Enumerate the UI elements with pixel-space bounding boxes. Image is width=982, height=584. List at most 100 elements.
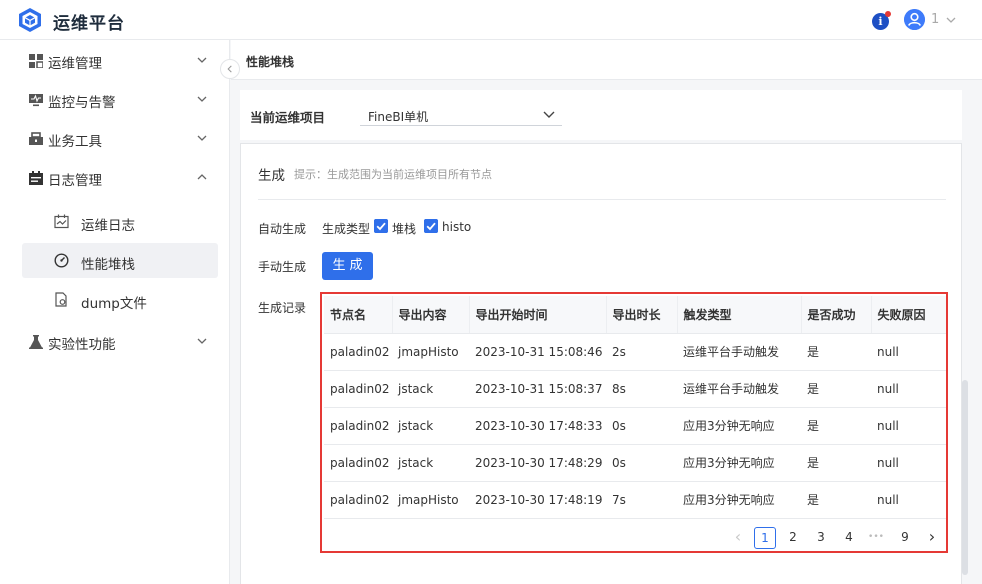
- column-header[interactable]: 导出开始时间: [469, 296, 607, 334]
- checkbox-histo[interactable]: [424, 219, 438, 233]
- chevron-down-icon[interactable]: [944, 13, 958, 27]
- sidebar-item-label: 实验性功能: [48, 337, 116, 353]
- page-title: 性能堆栈: [246, 55, 295, 69]
- divider: [258, 199, 946, 200]
- table-cell: null: [871, 333, 946, 371]
- column-header[interactable]: 导出内容: [392, 296, 470, 334]
- table-cell: 2023-10-31 15:08:37: [469, 370, 606, 408]
- chevron-up-icon: [197, 174, 207, 180]
- checkbox-stack[interactable]: [374, 219, 388, 233]
- tools-icon: [29, 132, 43, 145]
- auto-generate-label: 自动生成: [258, 222, 307, 236]
- table-cell: paladin02: [324, 370, 392, 408]
- notification-dot: [885, 11, 891, 17]
- log-calendar-icon: [54, 214, 69, 229]
- table-row[interactable]: paladin02 jstack 2023-10-30 17:48:33 0s …: [324, 407, 946, 445]
- table-cell: paladin02: [324, 444, 392, 482]
- sidebar-item-label: 监控与告警: [48, 95, 116, 111]
- table-cell: jstack: [392, 370, 469, 408]
- chevron-down-icon: [197, 338, 207, 344]
- sidebar-item-label: 运维管理: [48, 56, 102, 72]
- project-label: 当前运维项目: [250, 110, 326, 125]
- table-cell: 运维平台手动触发: [677, 333, 801, 371]
- column-header[interactable]: 失败原因: [871, 296, 946, 334]
- pagination-page-last[interactable]: 9: [894, 527, 916, 549]
- monitor-icon: [29, 94, 43, 107]
- pagination-page-2[interactable]: 2: [782, 527, 804, 549]
- table-cell: 是: [801, 370, 871, 408]
- chevron-down-icon: [197, 57, 207, 63]
- pagination-page-4[interactable]: 4: [838, 527, 860, 549]
- table-cell: jmapHisto: [392, 481, 469, 519]
- table-cell: 是: [801, 481, 871, 519]
- generate-hint: 提示：生成范围为当前运维项目所有节点: [294, 168, 492, 181]
- table-cell: 8s: [606, 370, 677, 408]
- table-row[interactable]: paladin02 jstack 2023-10-30 17:48:29 0s …: [324, 444, 946, 482]
- checkbox-histo-label: histo: [442, 220, 472, 234]
- manual-generate-label: 手动生成: [258, 260, 307, 274]
- sidebar-collapse-button[interactable]: [220, 59, 240, 79]
- gauge-icon: [54, 253, 69, 268]
- sidebar: 运维管理 监控与告警 业务工具 日志管理 运维日志 性能堆栈 dump文件 实验…: [0, 40, 230, 584]
- sidebar-sub-item-perf-stack[interactable]: 性能堆栈: [22, 243, 218, 278]
- table-cell: paladin02: [324, 333, 392, 371]
- column-header[interactable]: 触发类型: [677, 296, 802, 334]
- table-cell: jmapHisto: [392, 333, 469, 371]
- table-header-row: 节点名 导出内容 导出开始时间 导出时长 触发类型 是否成功 失败原因: [324, 296, 946, 334]
- table-cell: 7s: [606, 481, 677, 519]
- table-cell: 是: [801, 407, 871, 445]
- pagination-page-3[interactable]: 3: [810, 527, 832, 549]
- checkbox-stack-label: 堆栈: [392, 222, 417, 236]
- table-cell: 2s: [606, 333, 677, 371]
- sidebar-sub-item-dump-file[interactable]: dump文件: [22, 282, 218, 317]
- table-cell: 应用3分钟无响应: [677, 407, 801, 445]
- pagination-page-1[interactable]: 1: [754, 527, 776, 549]
- table-row[interactable]: paladin02 jmapHisto 2023-10-30 17:48:19 …: [324, 481, 946, 519]
- table-cell: jstack: [392, 444, 469, 482]
- sidebar-sub-item-ops-log[interactable]: 运维日志: [22, 204, 218, 239]
- table-cell: 2023-10-31 15:08:46: [469, 333, 606, 371]
- project-select[interactable]: FineBI单机: [360, 103, 562, 126]
- pagination-ellipsis[interactable]: •••: [865, 527, 887, 549]
- table-cell: 是: [801, 444, 871, 482]
- file-settings-icon: [55, 292, 67, 307]
- chevron-down-icon: [197, 135, 207, 141]
- table-cell: 2023-10-30 17:48:29: [469, 444, 606, 482]
- sidebar-item-label: 日志管理: [48, 173, 102, 189]
- records-label: 生成记录: [258, 301, 307, 315]
- sidebar-item-label: 业务工具: [48, 134, 102, 150]
- table-cell: 0s: [606, 407, 677, 445]
- table-cell: jstack: [392, 407, 469, 445]
- user-name[interactable]: 1: [931, 12, 939, 27]
- column-header[interactable]: 是否成功: [801, 296, 872, 334]
- app-logo-icon: [19, 8, 41, 32]
- sidebar-item-business-tools[interactable]: 业务工具: [0, 120, 230, 156]
- generate-title: 生成: [258, 168, 285, 184]
- table-cell: 运维平台手动触发: [677, 370, 801, 408]
- vertical-scrollbar[interactable]: [962, 380, 968, 575]
- table-cell: 2023-10-30 17:48:33: [469, 407, 606, 445]
- sidebar-sub-item-label: 运维日志: [81, 218, 135, 234]
- column-header[interactable]: 节点名: [324, 296, 393, 334]
- sidebar-item-monitoring[interactable]: 监控与告警: [0, 81, 230, 117]
- user-avatar-icon[interactable]: [904, 9, 925, 30]
- page-header: 性能堆栈: [231, 40, 982, 80]
- table-row[interactable]: paladin02 jstack 2023-10-31 15:08:37 8s …: [324, 370, 946, 408]
- pagination-next-button[interactable]: ›: [925, 527, 939, 549]
- sidebar-item-ops-management[interactable]: 运维管理: [0, 42, 230, 78]
- app-title: 运维平台: [53, 14, 125, 34]
- table-row[interactable]: paladin02 jmapHisto 2023-10-31 15:08:46 …: [324, 333, 946, 371]
- table-cell: 2023-10-30 17:48:19: [469, 481, 606, 519]
- calendar-icon: [29, 171, 43, 185]
- table-cell: 0s: [606, 444, 677, 482]
- table-cell: null: [871, 481, 946, 519]
- generate-type-label: 生成类型: [322, 222, 371, 236]
- sidebar-item-log-management[interactable]: 日志管理: [0, 159, 230, 195]
- table-cell: paladin02: [324, 407, 392, 445]
- generate-button[interactable]: 生成: [322, 252, 373, 280]
- pagination-prev-button[interactable]: ‹: [731, 527, 745, 549]
- sidebar-item-experimental[interactable]: 实验性功能: [0, 323, 230, 359]
- column-header[interactable]: 导出时长: [606, 296, 678, 334]
- top-bar: 运维平台 i 1: [0, 0, 982, 40]
- project-card: 当前运维项目 FineBI单机: [240, 90, 962, 140]
